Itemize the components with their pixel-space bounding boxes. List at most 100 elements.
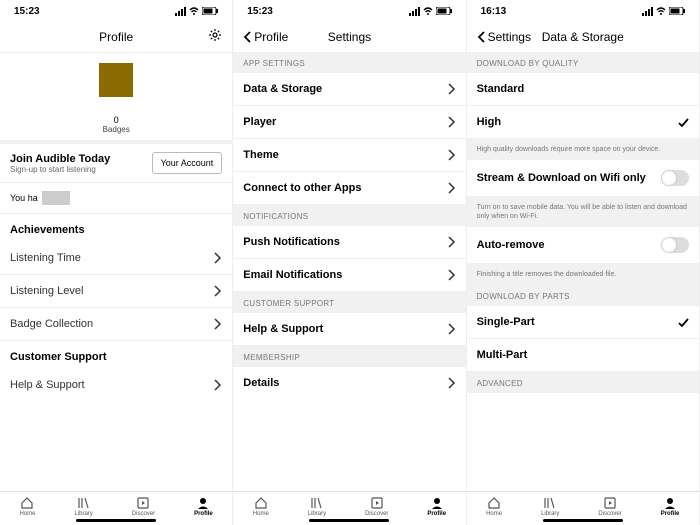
status-time: 16:13 [481,6,507,17]
tab-home[interactable]: Home [253,496,269,517]
customer-support-header: Customer Support [0,341,232,369]
chevron-right-icon [447,182,456,194]
discover-icon [136,496,150,510]
settings-screen: 15:23 Profile Settings APP SETTINGS Data… [233,0,466,525]
section-customer-support: CUSTOMER SUPPORT [233,292,465,313]
chevron-right-icon [213,318,222,330]
your-account-button[interactable]: Your Account [152,152,223,174]
wifi-hint: Turn on to save mobile data. You will be… [467,197,699,227]
discover-icon [603,496,617,510]
badges-count: 0 [0,115,232,125]
achievements-header: Achievements [0,214,232,242]
home-icon [487,496,501,510]
nav-bar: Settings Data & Storage [467,22,699,52]
row-help-support[interactable]: Help & Support [233,313,465,346]
battery-icon [436,7,452,15]
row-push-notifications[interactable]: Push Notifications [233,226,465,259]
library-icon [310,496,324,510]
badges-label: Badges [0,125,232,134]
tab-profile[interactable]: Profile [194,496,213,517]
wifi-icon [189,7,199,16]
row-auto-remove[interactable]: Auto-remove [467,227,699,264]
row-single-part[interactable]: Single-Part [467,306,699,339]
join-subtitle: Sign-up to start listening [10,165,110,174]
row-badge-collection[interactable]: Badge Collection [0,308,232,341]
gear-icon [208,28,222,42]
row-theme[interactable]: Theme [233,139,465,172]
discover-icon [370,496,384,510]
status-bar: 15:23 [0,0,232,22]
section-notifications: NOTIFICATIONS [233,205,465,226]
tab-profile[interactable]: Profile [661,496,680,517]
tab-home[interactable]: Home [19,496,35,517]
row-listening-time[interactable]: Listening Time [0,242,232,275]
chevron-right-icon [213,285,222,297]
row-quality-high[interactable]: High [467,106,699,139]
profile-icon [196,496,210,510]
section-app-settings: APP SETTINGS [233,52,465,73]
back-button[interactable]: Settings [477,30,531,44]
wifi-toggle[interactable] [661,170,689,186]
signal-icon [409,7,420,16]
library-icon [543,496,557,510]
row-wifi-only[interactable]: Stream & Download on Wifi only [467,160,699,197]
row-quality-standard[interactable]: Standard [467,73,699,106]
tab-home[interactable]: Home [486,496,502,517]
tab-bar: Home Library Discover Profile [467,491,699,517]
row-email-notifications[interactable]: Email Notifications [233,259,465,292]
tab-library[interactable]: Library [541,496,559,517]
tab-discover[interactable]: Discover [598,496,621,517]
status-time: 15:23 [247,6,273,17]
home-indicator[interactable] [543,519,623,522]
status-bar: 15:23 [233,0,465,22]
auto-remove-toggle[interactable] [661,237,689,253]
row-details[interactable]: Details [233,367,465,399]
redacted [42,191,70,205]
settings-button[interactable] [208,28,222,47]
data-storage-screen: 16:13 Settings Data & Storage DOWNLOAD B… [467,0,700,525]
status-time: 15:23 [14,6,40,17]
row-listening-level[interactable]: Listening Level [0,275,232,308]
home-icon [20,496,34,510]
home-indicator[interactable] [76,519,156,522]
page-title: Profile [0,30,232,44]
tab-discover[interactable]: Discover [132,496,155,517]
check-icon [678,318,689,327]
row-multi-part[interactable]: Multi-Part [467,339,699,372]
tab-library[interactable]: Library [74,496,92,517]
chevron-right-icon [447,116,456,128]
tab-profile[interactable]: Profile [427,496,446,517]
chevron-right-icon [213,379,222,391]
tab-library[interactable]: Library [308,496,326,517]
chevron-left-icon [243,31,252,43]
you-have-row: You ha [0,183,232,213]
row-connect-apps[interactable]: Connect to other Apps [233,172,465,205]
nav-bar: Profile [0,22,232,52]
back-button[interactable]: Profile [243,30,288,44]
check-icon [678,118,689,127]
chevron-right-icon [447,149,456,161]
join-title: Join Audible Today [10,153,110,165]
chevron-right-icon [447,323,456,335]
signal-icon [642,7,653,16]
profile-icon [430,496,444,510]
home-icon [254,496,268,510]
row-help-support[interactable]: Help & Support [0,369,232,401]
battery-icon [202,7,218,15]
quality-hint: High quality downloads require more spac… [467,139,699,160]
tab-discover[interactable]: Discover [365,496,388,517]
tab-bar: Home Library Discover Profile [0,491,232,517]
section-download-quality: DOWNLOAD BY QUALITY [467,52,699,73]
avatar[interactable] [99,63,133,97]
row-data-storage[interactable]: Data & Storage [233,73,465,106]
chevron-right-icon [447,83,456,95]
wifi-icon [423,7,433,16]
auto-remove-hint: Finishing a title removes the downloaded… [467,264,699,285]
chevron-right-icon [447,269,456,281]
row-player[interactable]: Player [233,106,465,139]
section-membership: MEMBERSHIP [233,346,465,367]
chevron-left-icon [477,31,486,43]
section-advanced: ADVANCED [467,372,699,393]
home-indicator[interactable] [309,519,389,522]
chevron-right-icon [447,236,456,248]
